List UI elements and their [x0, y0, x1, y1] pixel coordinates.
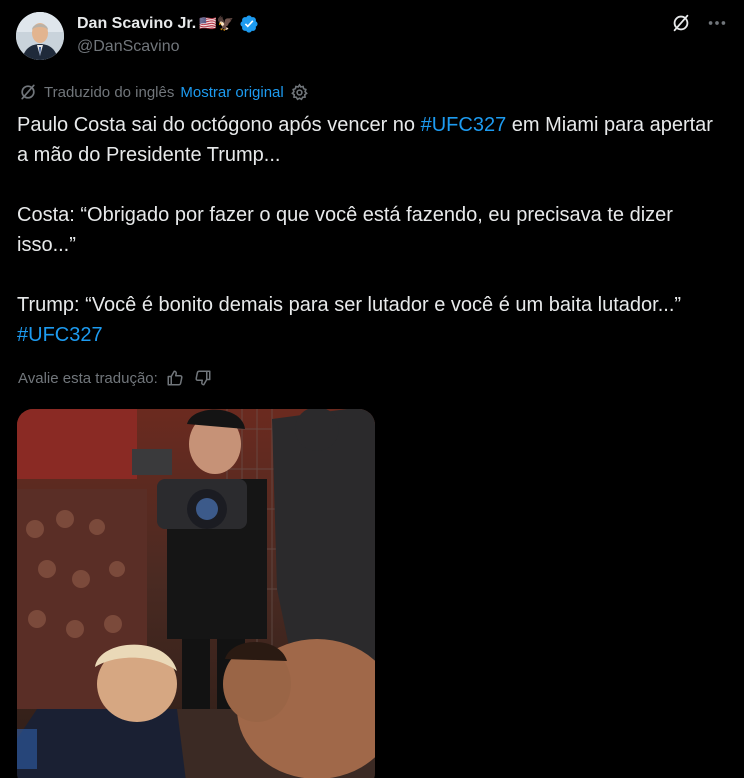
- thumbs-down-icon[interactable]: [194, 369, 212, 387]
- grok-icon[interactable]: [670, 12, 692, 34]
- translate-icon: [18, 82, 38, 102]
- header-actions: [670, 12, 728, 34]
- tweet-paragraph-3: Trump: “Você é bonito demais para ser lu…: [17, 290, 717, 350]
- rate-translation-label: Avalie esta tradução:: [18, 369, 158, 387]
- tweet-paragraph-1: Paulo Costa sai do octógono após vencer …: [17, 110, 717, 170]
- tweet-text-segment: Paulo Costa sai do octógono após vencer …: [17, 114, 421, 136]
- name-row: Dan Scavino Jr. 🇺🇸🦅: [77, 13, 259, 35]
- tweet-text-segment: Trump: “Você é bonito demais para ser lu…: [17, 294, 682, 316]
- rate-icons: [166, 369, 212, 387]
- user-handle[interactable]: @DanScavino: [77, 38, 180, 56]
- avatar[interactable]: [16, 12, 64, 60]
- hashtag-link[interactable]: #UFC327: [421, 114, 507, 136]
- show-original-link[interactable]: Mostrar original: [180, 84, 283, 101]
- tweet-paragraph-2: Costa: “Obrigado por fazer o que você es…: [17, 204, 673, 256]
- rate-translation-row: Avalie esta tradução:: [18, 369, 212, 387]
- name-emojis: 🇺🇸🦅: [199, 16, 235, 32]
- tweet-text: Paulo Costa sai do octógono após vencer …: [17, 110, 717, 350]
- tweet-detail: Dan Scavino Jr. 🇺🇸🦅 @DanScavino Traduzid…: [0, 0, 744, 778]
- translated-from-label: Traduzido do inglês: [44, 83, 175, 101]
- verified-badge-icon: [239, 14, 259, 34]
- more-icon[interactable]: [706, 12, 728, 34]
- video-thumbnail-image: [17, 409, 375, 778]
- hashtag-link[interactable]: #UFC327: [17, 324, 103, 346]
- gear-icon[interactable]: [290, 83, 309, 102]
- translation-row: Traduzido do inglês Mostrar original: [18, 82, 309, 102]
- display-name[interactable]: Dan Scavino Jr.: [77, 15, 196, 33]
- thumbs-up-icon[interactable]: [166, 369, 184, 387]
- tweet-header: Dan Scavino Jr. 🇺🇸🦅 @DanScavino: [16, 10, 728, 62]
- tweet-media-video[interactable]: [17, 409, 375, 778]
